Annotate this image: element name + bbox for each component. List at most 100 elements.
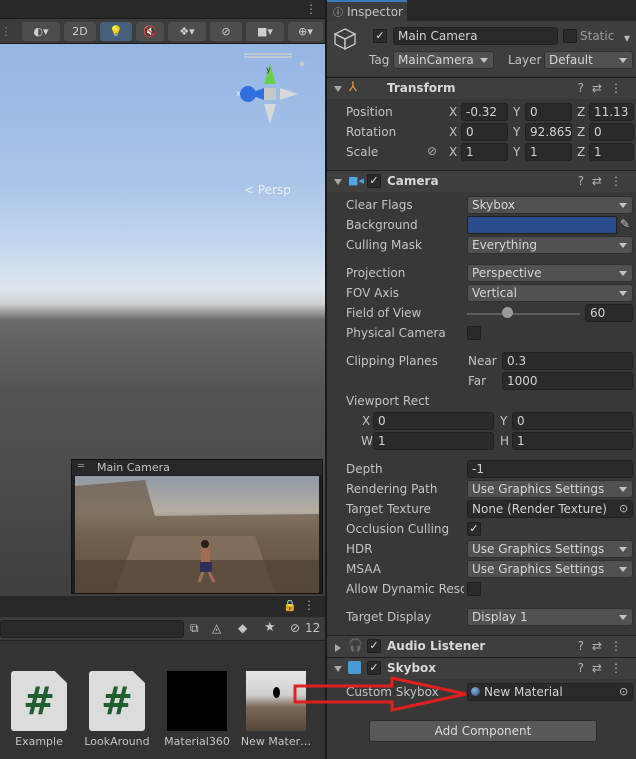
scale-x-field[interactable]: 1 xyxy=(461,143,508,161)
foldout-arrow-icon[interactable] xyxy=(334,179,342,185)
custom-skybox-field[interactable]: New Material xyxy=(467,683,633,701)
near-field[interactable]: 0.3 xyxy=(502,352,633,370)
layer-value: Default xyxy=(549,53,593,67)
component-title: Skybox xyxy=(387,661,437,675)
hidden-objects-button[interactable]: ⊘ xyxy=(210,22,242,41)
gizmos-button[interactable]: ⊕▾ xyxy=(288,22,323,41)
projection-label: Projection xyxy=(346,266,406,280)
component-header-icons[interactable]: ?⇄⋮ xyxy=(578,81,630,95)
object-picker-icon[interactable]: ⊙ xyxy=(619,685,628,698)
skybox-component-icon xyxy=(348,661,361,674)
occlusion-culling-checkbox[interactable]: ✓ xyxy=(467,522,481,536)
hidden-packages-icon[interactable]: ⊘ xyxy=(290,621,300,635)
background-color-swatch[interactable] xyxy=(467,216,617,234)
viewport-h-field[interactable]: 1 xyxy=(512,432,633,450)
scale-y-field[interactable]: 1 xyxy=(525,143,572,161)
asset-lookaround[interactable]: # LookAround xyxy=(81,671,153,759)
audio-toggle-button[interactable]: 🔇 xyxy=(136,22,164,41)
audio-listener-header[interactable]: 🎧 ✓ Audio Listener ?⇄⋮ xyxy=(327,635,636,657)
viewport-y-field[interactable]: 0 xyxy=(512,412,633,430)
component-header-icons[interactable]: ?⇄⋮ xyxy=(578,661,630,675)
viewport-w-field[interactable]: 1 xyxy=(373,432,494,450)
audio-listener-enabled-checkbox[interactable]: ✓ xyxy=(367,639,381,653)
projection-label[interactable]: < Persp xyxy=(244,183,291,197)
target-display-dropdown[interactable]: Display 1 xyxy=(467,608,633,626)
clear-flags-dropdown[interactable]: Skybox xyxy=(467,196,633,214)
asset-example[interactable]: # Example xyxy=(3,671,75,759)
component-header-icons[interactable]: ?⇄⋮ xyxy=(578,174,630,188)
more-options-icon[interactable]: ⋮ xyxy=(305,2,317,16)
scale-z-field[interactable]: 1 xyxy=(589,143,634,161)
camera-header[interactable]: ■◂ ✓ Camera ?⇄⋮ xyxy=(327,170,636,192)
tag-icon[interactable]: ◆ xyxy=(238,621,247,635)
tag-dropdown[interactable]: MainCamera xyxy=(393,51,494,69)
rendering-path-dropdown[interactable]: Use Graphics Settings xyxy=(467,480,633,498)
favorite-star-icon[interactable]: ★ xyxy=(264,620,276,635)
layer-dropdown[interactable]: Default xyxy=(544,51,633,69)
project-search-input[interactable] xyxy=(0,620,184,638)
allow-dynamic-resolution-checkbox[interactable] xyxy=(467,582,481,596)
constrain-proportions-icon[interactable]: ⊘ xyxy=(427,144,437,158)
static-checkbox[interactable] xyxy=(563,29,577,43)
static-dropdown-caret-icon[interactable]: ▾ xyxy=(624,31,630,45)
draw-mode-button[interactable]: ◐▾ xyxy=(22,22,60,41)
orientation-gizmo[interactable]: y x xyxy=(228,50,308,140)
fov-slider-thumb[interactable] xyxy=(502,307,514,318)
skybox-enabled-checkbox[interactable]: ✓ xyxy=(367,661,381,675)
drag-handle-icon[interactable]: ═ xyxy=(78,461,84,472)
more-options-icon[interactable]: ⋮ xyxy=(303,598,315,612)
asset-material360[interactable]: Material360 xyxy=(161,671,233,759)
effects-button[interactable]: ❖▾ xyxy=(168,22,206,41)
active-checkbox[interactable]: ✓ xyxy=(373,29,387,43)
foldout-arrow-icon[interactable] xyxy=(334,666,342,672)
target-texture-field[interactable]: None (Render Texture) xyxy=(467,500,633,518)
2d-toggle-button[interactable]: 2D xyxy=(64,22,96,41)
eyedropper-icon[interactable]: ✎ xyxy=(620,217,630,231)
hdr-dropdown[interactable]: Use Graphics Settings xyxy=(467,540,633,558)
fov-axis-dropdown[interactable]: Vertical xyxy=(467,284,633,302)
gizmo-y-label: y xyxy=(266,65,271,74)
camera-preview-image xyxy=(75,476,319,593)
project-asset-grid: # Example # LookAround Material360 New M… xyxy=(0,641,325,759)
dropdown-value: Use Graphics Settings xyxy=(472,482,605,496)
far-field[interactable]: 1000 xyxy=(502,372,633,390)
physical-camera-label: Physical Camera xyxy=(346,326,446,340)
layer-label: Layer xyxy=(508,53,542,67)
camera-settings-button[interactable]: ■▾ xyxy=(246,22,284,41)
lighting-toggle-button[interactable]: 💡 xyxy=(100,22,132,41)
search-by-label-icon[interactable]: ◬ xyxy=(212,621,221,635)
msaa-dropdown[interactable]: Use Graphics Settings xyxy=(467,560,633,578)
position-y-field[interactable]: 0 xyxy=(525,103,572,121)
tab-inspector[interactable]: ⓘ Inspector xyxy=(327,0,407,21)
position-x-field[interactable]: -0.32 xyxy=(461,103,508,121)
axis-label: Y xyxy=(500,414,508,428)
axis-label: Z xyxy=(577,145,586,159)
camera-enabled-checkbox[interactable]: ✓ xyxy=(367,174,381,188)
fov-field[interactable]: 60 xyxy=(585,304,633,322)
physical-camera-checkbox[interactable] xyxy=(467,326,481,340)
lock-icon[interactable]: 🔒 xyxy=(283,599,297,612)
foldout-arrow-icon[interactable] xyxy=(334,86,342,92)
field-value: New Material xyxy=(484,685,563,699)
axis-label: Z xyxy=(577,125,586,139)
projection-dropdown[interactable]: Perspective xyxy=(467,264,633,282)
tag-label: Tag xyxy=(369,53,390,67)
component-header-icons[interactable]: ?⇄⋮ xyxy=(578,639,630,653)
globe-icon: ⊕▾ xyxy=(298,25,313,38)
rotation-z-field[interactable]: 0 xyxy=(589,123,634,141)
depth-field[interactable]: -1 xyxy=(467,460,633,478)
culling-mask-dropdown[interactable]: Everything xyxy=(467,236,633,254)
foldout-arrow-icon[interactable] xyxy=(335,644,341,652)
search-by-type-icon[interactable]: ⧉ xyxy=(190,621,199,636)
position-z-field[interactable]: 11.13 xyxy=(589,103,634,121)
object-picker-icon[interactable]: ⊙ xyxy=(619,502,628,515)
rotation-x-field[interactable]: 0 xyxy=(461,123,508,141)
transform-header[interactable]: ⅄ Transform ?⇄⋮ xyxy=(327,77,636,99)
add-component-button[interactable]: Add Component xyxy=(369,720,597,742)
object-name-field[interactable]: Main Camera xyxy=(393,27,558,45)
fov-slider-track[interactable] xyxy=(467,313,580,315)
viewport-x-field[interactable]: 0 xyxy=(373,412,494,430)
dropdown-value: Everything xyxy=(472,238,537,252)
component-title: Camera xyxy=(387,174,439,188)
rotation-y-field[interactable]: 92.865 xyxy=(525,123,572,141)
